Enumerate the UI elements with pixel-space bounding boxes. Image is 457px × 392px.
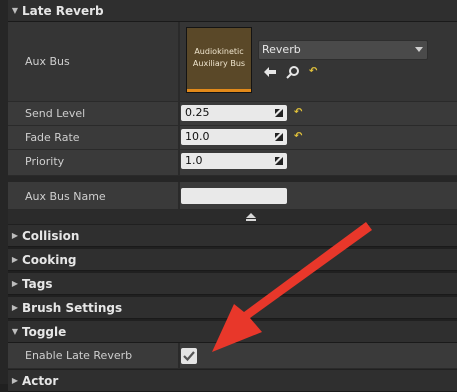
section-title: Toggle [22,324,67,339]
reset-to-default-icon[interactable]: ↶ [294,107,302,118]
reset-to-default-icon[interactable]: ↶ [294,131,302,142]
section-actor[interactable]: ▶ Actor [8,370,457,392]
browse-arrow-icon[interactable] [263,66,277,78]
asset-type-color-bar [187,89,251,92]
fade-rate-label: Fade Rate [25,131,80,144]
drag-resize-icon [275,133,283,141]
fade-rate-value: 10.0 [185,130,210,143]
send-level-value: 0.25 [185,106,210,119]
section-title: Late Reverb [22,3,104,18]
send-level-input[interactable]: 0.25 [181,105,287,121]
section-late-reverb[interactable]: ▼ Late Reverb [8,0,457,22]
drag-resize-icon [275,109,283,117]
expand-triangle-icon: ▶ [11,255,19,264]
section-title: Cooking [22,252,77,267]
collapse-triangle-icon: ▼ [11,6,19,15]
column-divider [178,22,180,101]
expand-triangle-icon: ▶ [11,231,19,240]
section-title: Collision [22,228,80,243]
column-divider [178,126,180,149]
section-tags[interactable]: ▶ Tags [8,273,457,295]
aux-bus-name-input[interactable] [181,188,287,204]
priority-value: 1.0 [185,154,203,167]
send-level-label: Send Level [25,107,86,120]
section-toggle[interactable]: ▼ Toggle [8,321,457,343]
priority-label: Priority [25,155,65,168]
chevron-down-icon [415,47,423,52]
aux-bus-selected: Reverb [262,43,301,56]
enable-late-reverb-checkbox[interactable] [181,348,197,364]
reset-to-default-icon[interactable]: ↶ [309,66,317,77]
aux-bus-asset-thumbnail[interactable]: Audiokinetic Auxiliary Bus [186,27,252,93]
left-gutter [0,0,8,384]
fade-rate-input[interactable]: 10.0 [181,129,287,145]
priority-input[interactable]: 1.0 [181,153,287,169]
section-collision[interactable]: ▶ Collision [8,225,457,247]
section-title: Actor [22,373,59,388]
expand-triangle-icon: ▶ [11,279,19,288]
checkmark-icon [183,351,195,362]
aux-bus-label: Aux Bus [25,55,70,68]
column-divider [178,343,180,368]
section-brush-settings[interactable]: ▶ Brush Settings [8,297,457,319]
aux-bus-combo[interactable]: Reverb [258,40,428,60]
aux-bus-name-label: Aux Bus Name [25,190,106,203]
enable-late-reverb-row: Enable Late Reverb [8,343,457,369]
advanced-chevron-icon [246,213,256,221]
asset-thumbnail-text: Audiokinetic Auxiliary Bus [192,47,246,68]
collapse-triangle-icon: ▼ [11,327,19,336]
advanced-expander[interactable] [8,210,457,224]
enable-late-reverb-label: Enable Late Reverb [25,349,133,362]
section-title: Tags [22,276,53,291]
column-divider [178,182,180,209]
column-divider [178,102,180,125]
column-divider [178,150,180,175]
section-title: Brush Settings [22,300,123,315]
expand-triangle-icon: ▶ [11,303,19,312]
section-cooking[interactable]: ▶ Cooking [8,249,457,271]
search-icon[interactable] [286,65,300,79]
drag-resize-icon [275,157,283,165]
